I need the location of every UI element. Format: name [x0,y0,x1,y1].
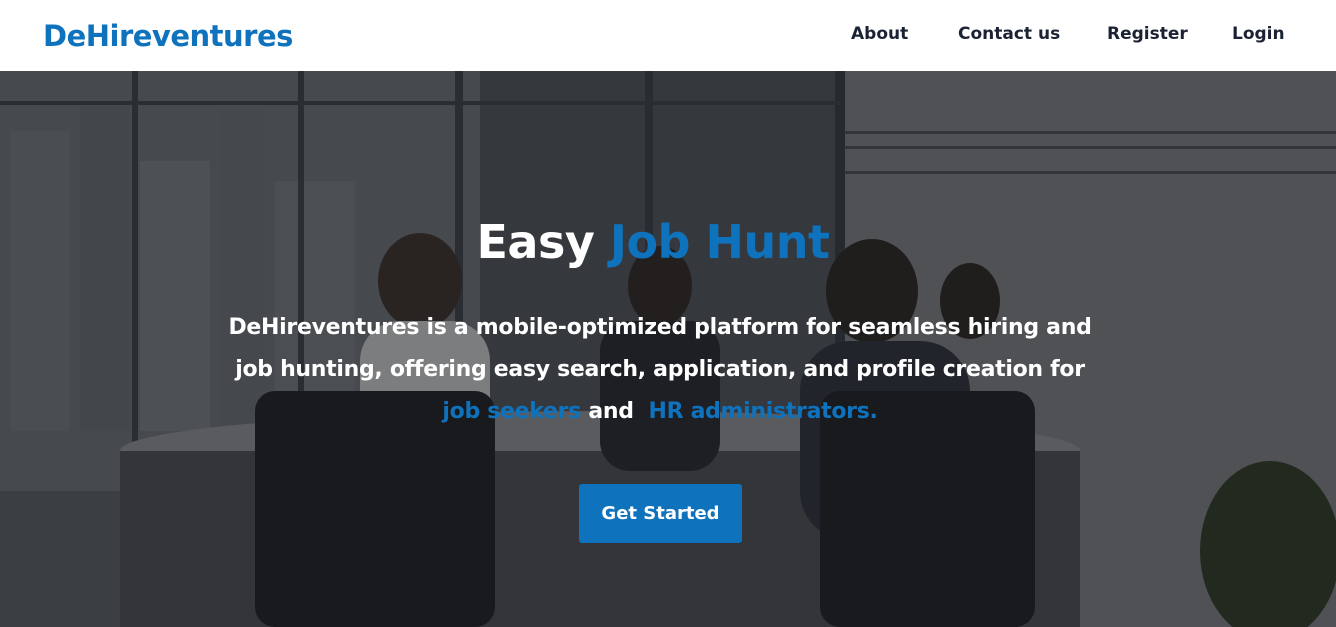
hero-section: Easy Job Hunt DeHireventures is a mobile… [0,71,1336,627]
top-navbar: DeHireventures About Contact us Register… [0,0,1336,71]
nav-register-link[interactable]: Register [1107,24,1188,44]
hero-title: Easy Job Hunt [0,215,1306,269]
highlight-hr-administrators: HR administrators. [648,399,878,424]
hero-description: DeHireventures is a mobile-optimized pla… [180,307,1140,433]
nav-login-link[interactable]: Login [1232,24,1285,44]
brand-logo-link[interactable]: DeHireventures [43,19,293,53]
hero-description-line2: job hunting, offering easy search, appli… [235,357,1085,382]
nav-about-link[interactable]: About [851,24,908,44]
hero-title-accent: Job Hunt [609,215,830,269]
hero-description-line1: DeHireventures is a mobile-optimized pla… [228,315,1092,340]
highlight-job-seekers: job seekers [442,399,582,424]
nav-contact-link[interactable]: Contact us [958,24,1060,44]
get-started-button[interactable]: Get Started [579,484,742,543]
hero-description-joiner: and [588,399,634,424]
hero-title-plain: Easy [476,215,595,269]
